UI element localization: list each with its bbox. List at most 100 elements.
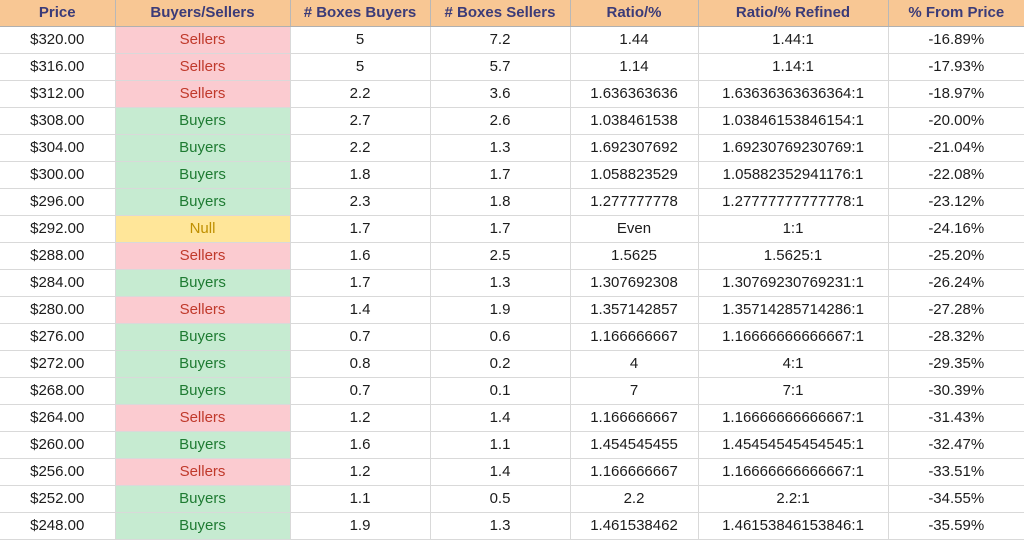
cell-boxes_sell[interactable]: 1.4 xyxy=(430,404,571,432)
cell-ratio_ref[interactable]: 2.2:1 xyxy=(698,485,889,513)
cell-price[interactable]: $260.00 xyxy=(0,431,116,459)
cell-boxes_buy[interactable]: 0.7 xyxy=(290,323,431,351)
cell-boxes_sell[interactable]: 1.3 xyxy=(430,134,571,162)
cell-price[interactable]: $284.00 xyxy=(0,269,116,297)
cell-boxes_sell[interactable]: 1.7 xyxy=(430,161,571,189)
status-badge[interactable]: Sellers xyxy=(115,404,291,432)
cell-from_price[interactable]: -30.39% xyxy=(888,377,1024,405)
cell-boxes_sell[interactable]: 1.8 xyxy=(430,188,571,216)
cell-ratio_ref[interactable]: 1.14:1 xyxy=(698,53,889,81)
cell-ratio_ref[interactable]: 1.27777777777778:1 xyxy=(698,188,889,216)
cell-from_price[interactable]: -32.47% xyxy=(888,431,1024,459)
cell-from_price[interactable]: -29.35% xyxy=(888,350,1024,378)
cell-boxes_sell[interactable]: 0.2 xyxy=(430,350,571,378)
cell-ratio[interactable]: 1.44 xyxy=(570,26,699,54)
cell-boxes_buy[interactable]: 1.2 xyxy=(290,404,431,432)
cell-boxes_buy[interactable]: 2.7 xyxy=(290,107,431,135)
cell-from_price[interactable]: -18.97% xyxy=(888,80,1024,108)
status-badge[interactable]: Buyers xyxy=(115,431,291,459)
column-header-ratio[interactable]: Ratio/% xyxy=(570,0,699,27)
cell-ratio_ref[interactable]: 1.63636363636364:1 xyxy=(698,80,889,108)
cell-boxes_sell[interactable]: 2.6 xyxy=(430,107,571,135)
cell-boxes_buy[interactable]: 1.4 xyxy=(290,296,431,324)
cell-boxes_buy[interactable]: 2.2 xyxy=(290,134,431,162)
cell-ratio[interactable]: 1.454545455 xyxy=(570,431,699,459)
cell-price[interactable]: $276.00 xyxy=(0,323,116,351)
status-badge[interactable]: Buyers xyxy=(115,350,291,378)
cell-price[interactable]: $252.00 xyxy=(0,485,116,513)
cell-ratio_ref[interactable]: 7:1 xyxy=(698,377,889,405)
cell-boxes_buy[interactable]: 1.7 xyxy=(290,215,431,243)
cell-price[interactable]: $248.00 xyxy=(0,512,116,540)
status-badge[interactable]: Buyers xyxy=(115,485,291,513)
status-badge[interactable]: Buyers xyxy=(115,323,291,351)
status-badge[interactable]: Buyers xyxy=(115,161,291,189)
cell-boxes_buy[interactable]: 1.8 xyxy=(290,161,431,189)
cell-price[interactable]: $268.00 xyxy=(0,377,116,405)
cell-ratio_ref[interactable]: 1.45454545454545:1 xyxy=(698,431,889,459)
column-header-boxes-sellers[interactable]: # Boxes Sellers xyxy=(430,0,571,27)
cell-price[interactable]: $308.00 xyxy=(0,107,116,135)
cell-price[interactable]: $312.00 xyxy=(0,80,116,108)
cell-from_price[interactable]: -28.32% xyxy=(888,323,1024,351)
cell-boxes_buy[interactable]: 1.7 xyxy=(290,269,431,297)
cell-ratio_ref[interactable]: 1.05882352941176:1 xyxy=(698,161,889,189)
cell-boxes_buy[interactable]: 1.6 xyxy=(290,242,431,270)
cell-ratio[interactable]: 1.14 xyxy=(570,53,699,81)
cell-from_price[interactable]: -26.24% xyxy=(888,269,1024,297)
status-badge[interactable]: Buyers xyxy=(115,107,291,135)
cell-price[interactable]: $280.00 xyxy=(0,296,116,324)
cell-ratio[interactable]: 1.692307692 xyxy=(570,134,699,162)
cell-boxes_sell[interactable]: 7.2 xyxy=(430,26,571,54)
cell-ratio[interactable]: 1.277777778 xyxy=(570,188,699,216)
cell-from_price[interactable]: -35.59% xyxy=(888,512,1024,540)
status-badge[interactable]: Sellers xyxy=(115,296,291,324)
cell-price[interactable]: $296.00 xyxy=(0,188,116,216)
column-header-buyers-sellers[interactable]: Buyers/Sellers xyxy=(115,0,291,27)
cell-from_price[interactable]: -17.93% xyxy=(888,53,1024,81)
cell-boxes_buy[interactable]: 2.2 xyxy=(290,80,431,108)
cell-boxes_sell[interactable]: 1.3 xyxy=(430,269,571,297)
cell-ratio_ref[interactable]: 1.16666666666667:1 xyxy=(698,458,889,486)
cell-ratio[interactable]: 1.5625 xyxy=(570,242,699,270)
cell-boxes_buy[interactable]: 2.3 xyxy=(290,188,431,216)
cell-ratio_ref[interactable]: 1:1 xyxy=(698,215,889,243)
cell-price[interactable]: $320.00 xyxy=(0,26,116,54)
cell-from_price[interactable]: -20.00% xyxy=(888,107,1024,135)
status-badge[interactable]: Buyers xyxy=(115,512,291,540)
cell-boxes_sell[interactable]: 1.4 xyxy=(430,458,571,486)
cell-boxes_buy[interactable]: 0.7 xyxy=(290,377,431,405)
column-header-percent-from-price[interactable]: % From Price xyxy=(888,0,1024,27)
cell-boxes_sell[interactable]: 1.9 xyxy=(430,296,571,324)
status-badge[interactable]: Buyers xyxy=(115,134,291,162)
cell-boxes_buy[interactable]: 1.6 xyxy=(290,431,431,459)
cell-price[interactable]: $292.00 xyxy=(0,215,116,243)
status-badge[interactable]: Buyers xyxy=(115,377,291,405)
cell-ratio[interactable]: Even xyxy=(570,215,699,243)
cell-price[interactable]: $300.00 xyxy=(0,161,116,189)
status-badge[interactable]: Sellers xyxy=(115,242,291,270)
cell-from_price[interactable]: -34.55% xyxy=(888,485,1024,513)
cell-boxes_sell[interactable]: 1.3 xyxy=(430,512,571,540)
cell-boxes_buy[interactable]: 5 xyxy=(290,53,431,81)
cell-from_price[interactable]: -31.43% xyxy=(888,404,1024,432)
column-header-boxes-buyers[interactable]: # Boxes Buyers xyxy=(290,0,431,27)
cell-boxes_buy[interactable]: 0.8 xyxy=(290,350,431,378)
cell-boxes_buy[interactable]: 1.9 xyxy=(290,512,431,540)
cell-ratio_ref[interactable]: 1.30769230769231:1 xyxy=(698,269,889,297)
cell-ratio_ref[interactable]: 1.35714285714286:1 xyxy=(698,296,889,324)
cell-price[interactable]: $264.00 xyxy=(0,404,116,432)
cell-ratio_ref[interactable]: 1.03846153846154:1 xyxy=(698,107,889,135)
status-badge[interactable]: Sellers xyxy=(115,80,291,108)
cell-ratio[interactable]: 1.166666667 xyxy=(570,404,699,432)
status-badge[interactable]: Buyers xyxy=(115,269,291,297)
status-badge[interactable]: Null xyxy=(115,215,291,243)
status-badge[interactable]: Sellers xyxy=(115,458,291,486)
cell-boxes_buy[interactable]: 5 xyxy=(290,26,431,54)
cell-ratio[interactable]: 1.058823529 xyxy=(570,161,699,189)
cell-ratio_ref[interactable]: 1.16666666666667:1 xyxy=(698,323,889,351)
status-badge[interactable]: Sellers xyxy=(115,53,291,81)
cell-boxes_sell[interactable]: 1.1 xyxy=(430,431,571,459)
cell-from_price[interactable]: -24.16% xyxy=(888,215,1024,243)
cell-price[interactable]: $256.00 xyxy=(0,458,116,486)
